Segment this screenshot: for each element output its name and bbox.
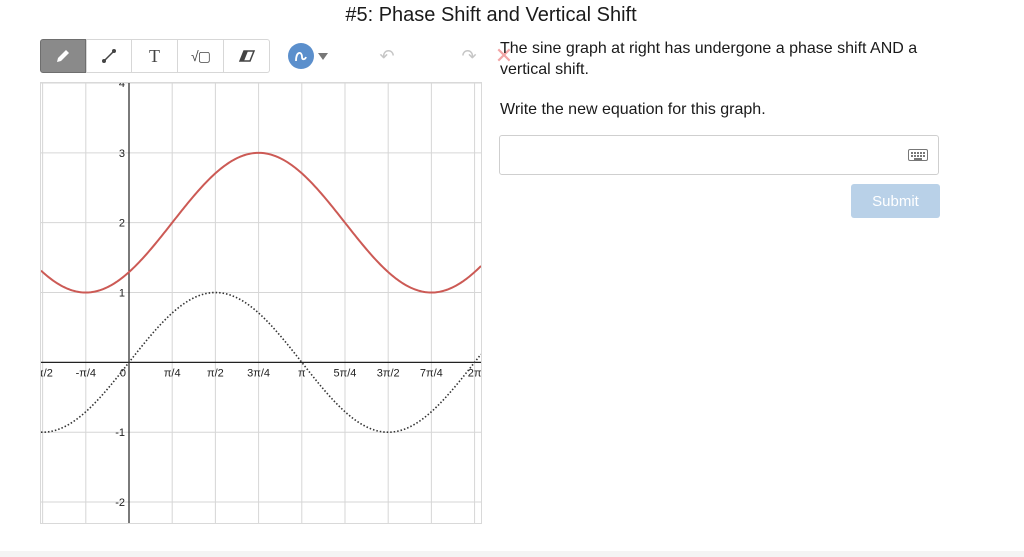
graph-canvas[interactable]: -π/2-π/40π/4π/23π/4π5π/43π/27π/42π-2-112… [40,82,482,524]
y-tick-label: 2 [119,218,125,230]
bottom-divider [0,551,1024,557]
x-tick-label: π [298,367,306,379]
x-tick-label: 7π/4 [420,367,443,379]
sqrt-tool-button[interactable]: √▢ [178,39,224,73]
y-tick-label: 3 [119,148,125,160]
x-tick-label: π/2 [207,367,224,379]
text-tool-button[interactable]: T [132,39,178,73]
x-tick-label: π/4 [164,367,181,379]
x-tick-label: 3π/4 [247,367,270,379]
submit-button[interactable]: Submit [851,184,940,218]
sqrt-icon: √▢ [191,47,211,64]
x-tick-label: 3π/2 [377,367,400,379]
page-title: #5: Phase Shift and Vertical Shift [345,4,637,26]
question-prompt: The sine graph at right has undergone a … [500,40,918,78]
x-tick-label: -π/4 [76,367,96,379]
pencil-tool-button[interactable] [40,39,86,73]
y-tick-label: -2 [115,497,125,509]
sine-graph[interactable]: -π/2-π/40π/4π/23π/4π5π/43π/27π/42π-2-112… [41,83,481,523]
curve-tool-button[interactable] [288,43,314,69]
x-tick-label: -π/2 [41,367,53,379]
pencil-icon [57,50,69,62]
line-tool-button[interactable] [86,39,132,73]
undo-button[interactable]: ↶ [364,46,410,67]
curve-icon [295,52,307,62]
x-tick-label: 2π [468,367,481,379]
redo-icon: ↷ [461,45,477,66]
chevron-down-icon[interactable] [318,52,328,60]
answer-input[interactable] [499,135,939,175]
question-instruction: Write the new equation for this graph. [500,101,766,118]
undo-icon: ↶ [379,45,395,66]
y-tick-label: -1 [115,427,125,439]
x-tick-label: 5π/4 [334,367,357,379]
y-tick-label: 1 [119,288,125,300]
eraser-tool-button[interactable] [224,39,270,73]
drawing-toolbar: T √▢ ↶ ↷ ✕ [40,38,524,74]
keyboard-icon[interactable] [908,149,928,161]
eraser-icon [238,50,255,62]
text-tool-icon: T [149,45,160,66]
y-tick-label: 4 [119,83,125,90]
line-segment-icon [102,49,116,63]
